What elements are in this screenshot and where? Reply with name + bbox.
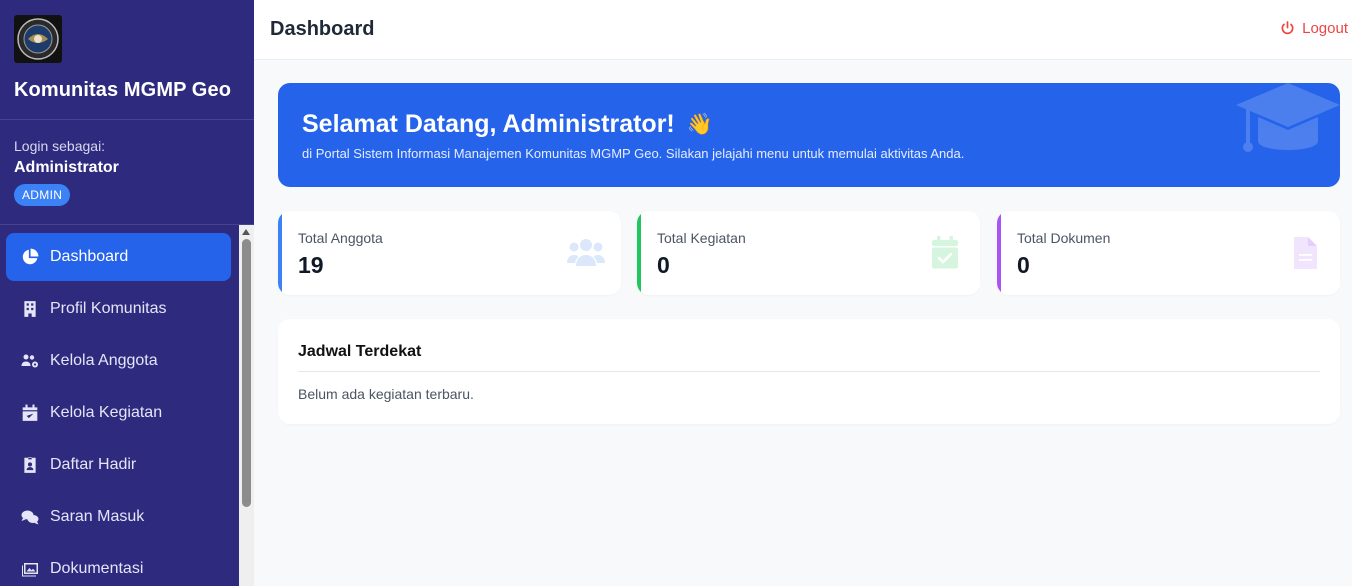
users-icon [566,236,606,270]
welcome-banner: Selamat Datang, Administrator! 👋 di Port… [278,83,1340,187]
graduation-cap-icon [1236,83,1340,152]
schedule-title: Jadwal Terdekat [298,343,422,360]
scrollbar-thumb[interactable] [242,239,251,507]
community-logo [14,15,62,63]
sidebar: Komunitas MGMP Geo Login sebagai: Admini… [0,0,254,586]
sidebar-item-label: Dokumentasi [50,560,144,577]
sidebar-item-label: Kelola Anggota [50,352,158,369]
sidebar-item-kelola-anggota[interactable]: Kelola Anggota [6,337,231,385]
stat-accent-bar [637,211,641,295]
sidebar-item-label: Kelola Kegiatan [50,404,163,421]
schedule-panel: Jadwal Terdekat Belum ada kegiatan terba… [278,319,1340,424]
sidebar-item-dokumentasi[interactable]: Dokumentasi [6,545,231,586]
sidebar-item-kelola-kegiatan[interactable]: Kelola Kegiatan [6,389,231,437]
sidebar-item-label: Dashboard [50,248,129,265]
stat-label: Total Kegiatan [657,230,746,246]
stat-label: Total Anggota [298,230,383,246]
divider [298,371,1320,372]
sidebar-item-label: Profil Komunitas [50,300,167,317]
login-info: Login sebagai: Administrator ADMIN [0,120,254,225]
page-title: Dashboard [270,18,375,40]
sidebar-item-label: Saran Masuk [50,508,145,525]
sidebar-item-saran-masuk[interactable]: Saran Masuk [6,493,231,541]
sidebar-scrollbar[interactable] [239,225,254,586]
sidebar-item-label: Daftar Hadir [50,456,137,473]
stat-accent-bar [278,211,282,295]
logout-button[interactable]: Logout [1280,20,1348,37]
welcome-title: Selamat Datang, Administrator! 👋 [302,110,713,139]
login-user-name: Administrator [14,159,119,176]
brand: Komunitas MGMP Geo [0,0,254,120]
role-badge: ADMIN [14,184,71,206]
stat-value: 19 [298,252,324,278]
stat-value: 0 [1017,252,1030,278]
sidebar-item-profil-komunitas[interactable]: Profil Komunitas [6,285,231,333]
sidebar-item-daftar-hadir[interactable]: Daftar Hadir [6,441,231,489]
topbar: Dashboard Logout [254,0,1352,60]
sidebar-item-dashboard[interactable]: Dashboard [6,233,231,281]
schedule-empty-text: Belum ada kegiatan terbaru. [298,386,474,402]
scroll-up-arrow-icon[interactable] [242,229,250,235]
power-icon [1281,21,1294,35]
file-icon [1285,236,1325,270]
stat-value: 0 [657,252,670,278]
stat-accent-bar [997,211,1001,295]
stat-label: Total Dokumen [1017,230,1111,246]
welcome-title-text: Selamat Datang, Administrator! [302,110,675,138]
images-icon [21,560,39,578]
welcome-subtitle: di Portal Sistem Informasi Manajemen Kom… [302,146,965,161]
sidebar-nav: Dashboard Profil Komunitas Kelola Anggot… [0,225,239,586]
stat-card-anggota: Total Anggota 19 [278,211,621,295]
brand-name: Komunitas MGMP Geo [14,79,232,101]
login-label: Login sebagai: [14,138,106,154]
waving-hand-icon: 👋 [686,112,713,136]
pie-chart-icon [21,248,39,266]
calendar-check-icon [21,404,39,422]
id-badge-icon [21,456,39,474]
building-icon [21,300,39,318]
stat-card-dokumen: Total Dokumen 0 [997,211,1340,295]
logout-label: Logout [1302,20,1348,37]
comments-icon [21,508,39,526]
calendar-check-icon [925,236,965,270]
stat-card-kegiatan: Total Kegiatan 0 [637,211,980,295]
users-gear-icon [21,352,39,370]
